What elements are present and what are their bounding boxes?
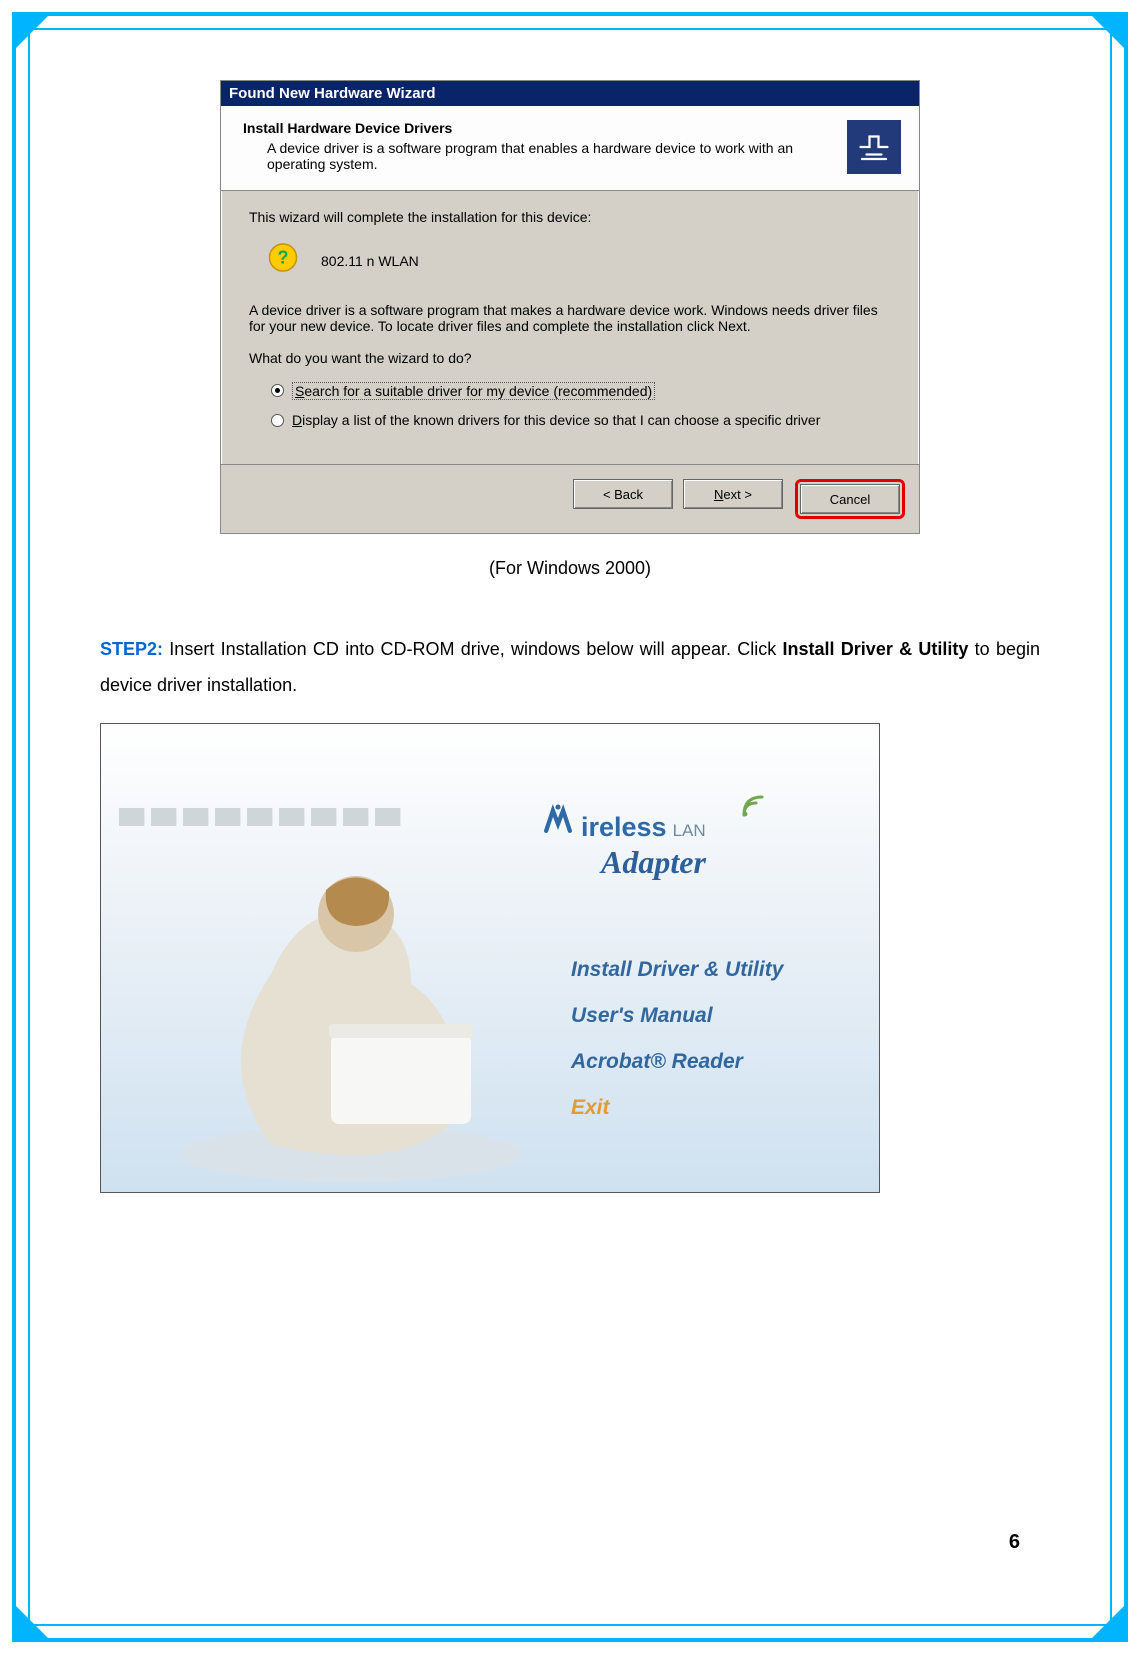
dialog-title: Found New Hardware Wizard <box>221 81 919 106</box>
step2-instruction: STEP2: Insert Installation CD into CD-RO… <box>100 631 1040 703</box>
unknown-device-icon: ? <box>265 241 301 280</box>
radio-label: Search for a suitable driver for my devi… <box>292 382 655 400</box>
figure-caption: (For Windows 2000) <box>100 558 1040 579</box>
autorun-menu: Install Driver & Utility User's Manual A… <box>571 958 783 1120</box>
dialog-question: What do you want the wizard to do? <box>249 350 891 366</box>
dialog-heading: Install Hardware Device Drivers <box>243 120 803 136</box>
radio-option-search[interactable]: Search for a suitable driver for my devi… <box>271 382 891 400</box>
device-name: 802.11 n WLAN <box>321 253 419 269</box>
installer-autorun-window: ireless LAN Adapter Install Driver & Uti… <box>100 723 880 1193</box>
brand-text-lan: LAN <box>673 821 706 841</box>
dialog-button-bar: < Back Next > Cancel <box>221 464 919 533</box>
radio-button-icon <box>271 414 284 427</box>
cancel-button[interactable]: Cancel <box>800 484 900 514</box>
cancel-button-highlight: Cancel <box>795 479 905 519</box>
acrobat-reader-link[interactable]: Acrobat® Reader <box>571 1050 783 1074</box>
svg-text:?: ? <box>278 248 289 268</box>
dialog-intro: This wizard will complete the installati… <box>249 209 891 225</box>
back-button[interactable]: < Back <box>573 479 673 509</box>
exit-link[interactable]: Exit <box>571 1096 783 1120</box>
brand-text-wireless: ireless <box>581 812 667 843</box>
step-text: Insert Installation CD into CD-ROM drive… <box>163 639 782 659</box>
person-illustration <box>151 824 531 1184</box>
brand-adapter-text: Adapter <box>601 844 706 881</box>
brand-logo: ireless LAN <box>541 802 706 843</box>
radio-button-icon <box>271 384 284 397</box>
page-number: 6 <box>1009 1531 1020 1554</box>
found-new-hardware-wizard-dialog: Found New Hardware Wizard Install Hardwa… <box>220 80 920 534</box>
dialog-header: Install Hardware Device Drivers A device… <box>221 106 919 191</box>
radio-option-display-list[interactable]: Display a list of the known drivers for … <box>271 412 891 428</box>
dialog-explain: A device driver is a software program th… <box>249 302 891 334</box>
step-label: STEP2: <box>100 639 163 659</box>
dialog-body: This wizard will complete the installati… <box>221 191 919 464</box>
wireless-w-icon <box>541 802 575 836</box>
users-manual-link[interactable]: User's Manual <box>571 1004 783 1028</box>
wizard-icon <box>847 120 901 174</box>
signal-icon <box>741 794 765 818</box>
install-driver-utility-link[interactable]: Install Driver & Utility <box>571 958 783 982</box>
next-button[interactable]: Next > <box>683 479 783 509</box>
step-action: Install Driver & Utility <box>783 639 969 659</box>
dialog-subtext: A device driver is a software program th… <box>243 140 803 172</box>
radio-label: Display a list of the known drivers for … <box>292 412 820 428</box>
